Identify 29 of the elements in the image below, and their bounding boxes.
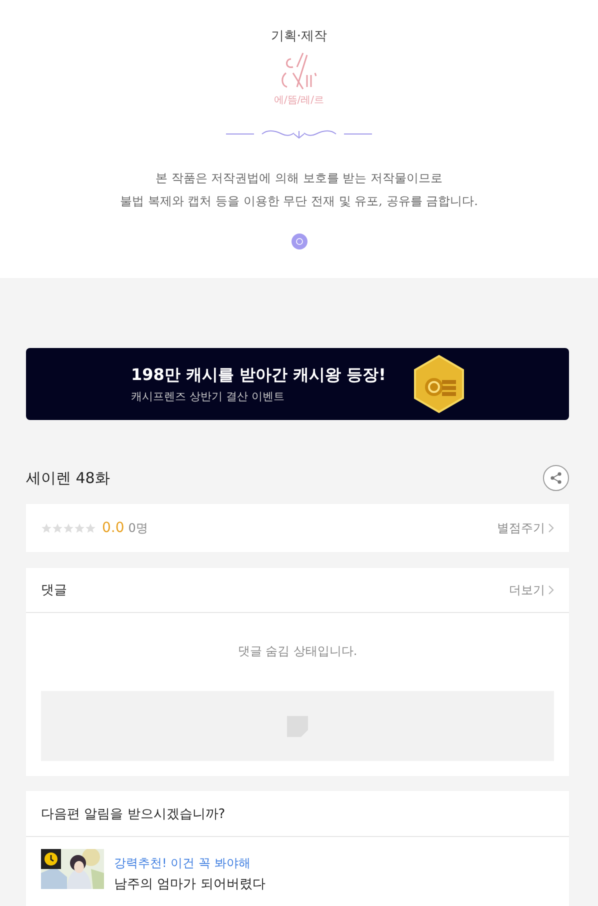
more-link[interactable]: 더보기 [509, 582, 554, 598]
star-icon [52, 522, 63, 534]
rating-count: 0명 [128, 520, 148, 536]
clock-icon [41, 849, 61, 869]
chevron-icon [548, 585, 554, 595]
coin-badge-icon [412, 354, 466, 414]
chevron-icon [548, 523, 554, 533]
star-icon [63, 522, 74, 534]
star-icon [41, 522, 52, 534]
event-banner[interactable]: 198만 캐시를 받아간 캐시왕 등장! 캐시프렌즈 상반기 결산 이벤트 [26, 348, 569, 420]
notification-question: 다음편 알림을 받으시겠습니까? [41, 806, 226, 822]
share-icon [550, 472, 562, 484]
rating-score: 0.0 [102, 520, 124, 536]
banner-headline: 198만 캐시를 받아간 캐시왕 등장! [131, 364, 386, 386]
banner-subline: 캐시프렌즈 상반기 결산 이벤트 [131, 388, 286, 404]
copyright-notice: 불법 복제와 캡처 등을 이용한 무단 전재 및 유포, 공유를 금합니다. [120, 193, 478, 210]
credit-label: 기획·제작 [270, 28, 328, 45]
section-title: 댓글 [41, 582, 67, 599]
rate-button[interactable]: 별점주기 [497, 520, 554, 536]
hidden-comments-message: 댓글 숨김 상태입니다. [238, 644, 358, 658]
copyright-notice: 본 작품은 저작권법에 의해 보호를 받는 저작물이므로 [154, 170, 444, 187]
recommendation-tag: 강력추천! 이건 꼭 봐야해 [114, 855, 266, 872]
star-icon [74, 522, 85, 534]
episode-title: 세이렌 48화 [26, 468, 110, 488]
star-icon [85, 522, 96, 534]
logo-caption: 에/뜸/레/르 [274, 94, 324, 107]
series-title[interactable]: 남주의 엄마가 되어버렸다 [114, 875, 266, 893]
share-button[interactable] [543, 465, 569, 491]
flower-icon [290, 233, 308, 250]
